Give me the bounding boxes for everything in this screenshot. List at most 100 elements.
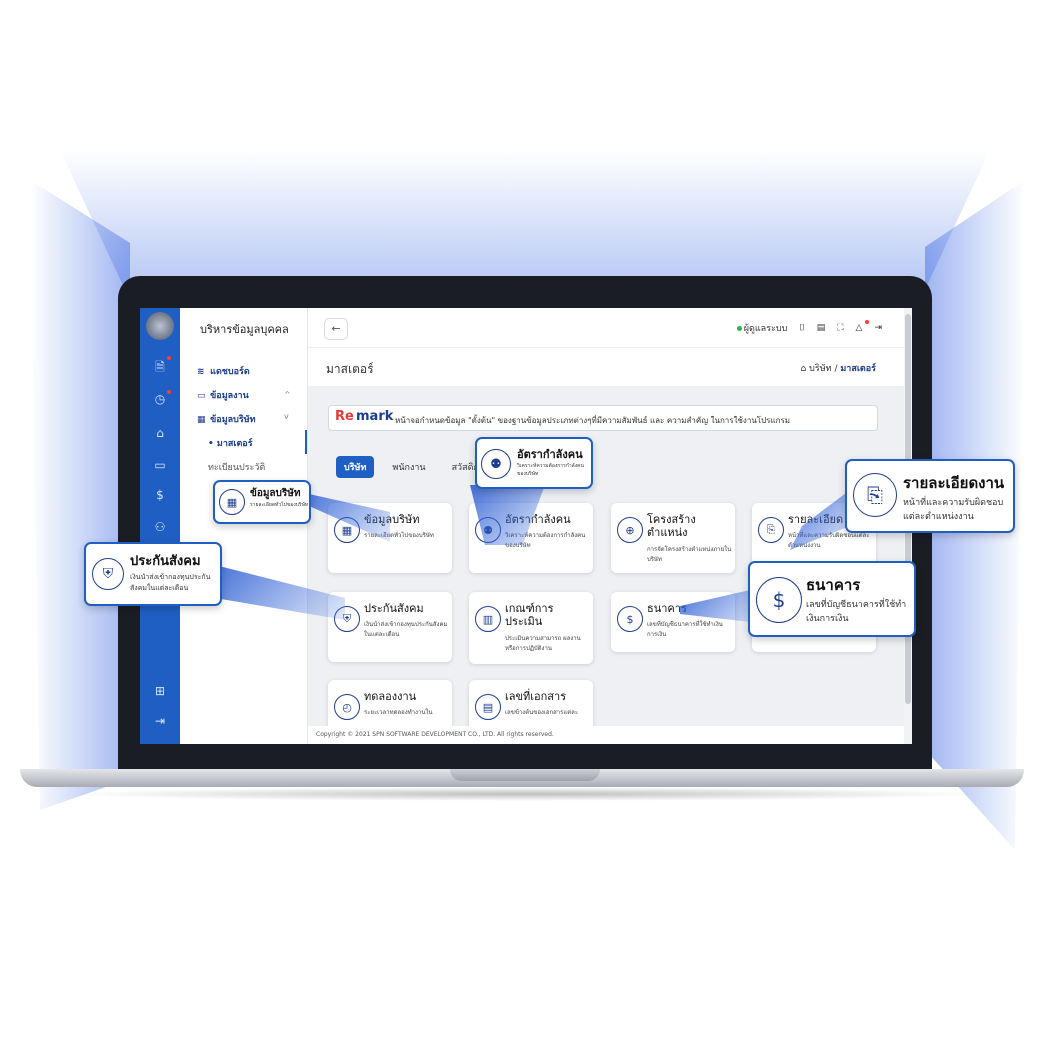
notification-dot — [864, 320, 869, 324]
laptop-icon: ▭ — [197, 391, 206, 401]
sidebar-sub-master[interactable]: • มาสเตอร์ — [208, 436, 253, 450]
page-header: มาสเตอร์ ⌂ บริษัท / มาสเตอร์ — [308, 348, 912, 386]
status-indicator: ผู้ดูแลระบบ — [736, 321, 788, 335]
callout-title: รายละเอียดงาน — [903, 474, 1005, 492]
card-social-security[interactable]: ⛨ ประกันสังคม เงินนำส่งเข้ากองทุนประกันส… — [328, 592, 452, 662]
callout-title: ธนาคาร — [806, 576, 861, 594]
fullscreen-icon[interactable]: ⛶ — [837, 323, 843, 333]
top-bar: ← ผู้ดูแลระบบ ⌷ ▤ ⛶ △ ⇥ — [308, 308, 912, 348]
callout-job-detail: ⎘ รายละเอียดงาน หน้าที่และความรับผิดชอบแ… — [845, 459, 1015, 533]
building-icon: ▦ — [219, 489, 245, 515]
sidebar: บริหารข้อมูลบุคคล ≋ แดชบอร์ด ▭ ข้อมูลงาน… — [180, 308, 308, 744]
clipboard-search-icon: ⎘ — [853, 473, 897, 517]
logout-icon[interactable]: ⇥ — [140, 714, 180, 728]
sidebar-item-label: ข้อมูลงาน — [210, 391, 249, 401]
callout-desc: เงินนำส่งเข้ากองทุนประกันสังคมในแต่ละเดื… — [130, 573, 211, 592]
breadcrumb: ⌂ บริษัท / มาสเตอร์ — [801, 361, 876, 375]
card-desc: การจัดโครงสร้างตำแหน่งภายในบริษัท — [647, 546, 732, 563]
active-indicator — [305, 430, 307, 454]
glow-top — [60, 150, 990, 290]
notification-dot — [167, 356, 171, 360]
remark-logo-mark: mark — [356, 409, 394, 424]
laptop-notch — [450, 769, 600, 781]
card-desc: เงินนำส่งเข้ากองทุนประกันสังคมในแต่ละเดื… — [364, 621, 448, 638]
back-button[interactable]: ← — [324, 318, 348, 340]
chevron-up-icon[interactable]: ^ — [284, 390, 291, 399]
card-desc: เลขข้างต้นของเอกสารแต่ละ — [505, 709, 579, 716]
chevron-down-icon[interactable]: v — [284, 412, 289, 421]
callout-title: ข้อมูลบริษัท — [250, 488, 301, 499]
building-icon[interactable]: ⌂ — [140, 426, 180, 440]
clipboard-search-icon: ⎘ — [758, 517, 784, 543]
tab-bar: บริษัท พนักงาน สวัสดิการ — [336, 456, 497, 478]
briefcase-icon[interactable]: ⌷ — [799, 323, 804, 333]
org-chart-icon: ⊕ — [617, 517, 643, 543]
glow-left — [30, 180, 130, 810]
bell-icon[interactable]: △ — [856, 320, 869, 333]
notification-dot — [167, 390, 171, 394]
document-icon[interactable]: 🗎 — [140, 358, 180, 379]
topbar-actions: ผู้ดูแลระบบ ⌷ ▤ ⛶ △ ⇥ — [736, 320, 882, 335]
bank-icon: $ — [617, 606, 643, 632]
page-title: มาสเตอร์ — [326, 362, 374, 376]
card-desc: ระยะเวลาทดลองทำงานใน — [364, 709, 433, 716]
building-icon: ▦ — [197, 415, 206, 425]
chart-icon: ▥ — [475, 606, 501, 632]
remark-box: Re mark หน้าจอกำหนดข้อมูล "ตั้งต้น" ของฐ… — [328, 405, 878, 431]
sidebar-sub-registry[interactable]: ทะเบียนประวัติ — [208, 460, 265, 474]
footer: Copyright © 2021 SPN SOFTWARE DEVELOPMEN… — [308, 726, 912, 744]
shield-icon: ⛨ — [92, 558, 124, 590]
card-title: เกณฑ์การประเมิน — [505, 602, 554, 628]
document-icon: ▤ — [475, 694, 501, 720]
logout-icon[interactable]: ⇥ — [874, 323, 882, 333]
callout-desc: วิเคราะห์ความต้องการกำลังคนของบริษัท — [517, 463, 584, 477]
sidebar-item-label: แดชบอร์ด — [210, 367, 250, 377]
callout-manpower: ⚉ อัตรากำลังคน วิเคราะห์ความต้องการกำลัง… — [475, 437, 593, 489]
icon-rail: 🗎 ◷ ⌂ ▭ $ ⚇ ⊞ ⇥ — [140, 308, 180, 744]
apps-icon[interactable]: ⊞ — [140, 684, 180, 698]
callout-title: ประกันสังคม — [130, 554, 201, 569]
tab-company[interactable]: บริษัท — [336, 456, 375, 478]
users-icon[interactable]: ⚇ — [140, 520, 180, 534]
tab-employee[interactable]: พนักงาน — [384, 456, 433, 478]
card-title: เลขที่เอกสาร — [505, 690, 567, 703]
card-title: ประกันสังคม — [364, 602, 424, 615]
online-dot — [736, 326, 742, 331]
layers-icon: ≋ — [197, 367, 205, 377]
callout-desc: รายละเอียดทั่วไปของบริษัท — [250, 502, 309, 508]
home-icon: ⌂ — [800, 364, 807, 374]
card-title: โครงสร้างตำแหน่ง — [647, 513, 696, 539]
remark-text: หน้าจอกำหนดข้อมูล "ตั้งต้น" ของฐานข้อมูล… — [395, 416, 791, 425]
breadcrumb-current: มาสเตอร์ — [840, 364, 876, 374]
role-label: ผู้ดูแลระบบ — [743, 324, 788, 334]
timer-icon: ◴ — [334, 694, 360, 720]
sidebar-item-label: ข้อมูลบริษัท — [210, 415, 256, 425]
chat-icon[interactable]: ▭ — [140, 458, 180, 472]
dollar-icon[interactable]: $ — [140, 488, 180, 502]
company-logo — [146, 312, 174, 340]
breadcrumb-separator: / — [834, 364, 838, 374]
sidebar-item-work[interactable]: ▭ ข้อมูลงาน — [197, 388, 249, 402]
clock-icon[interactable]: ◷ — [140, 392, 180, 406]
breadcrumb-home[interactable]: บริษัท — [809, 364, 831, 374]
callout-desc: เลขที่บัญชีธนาคารที่ใช้ทำเงินการเงิน — [806, 600, 907, 624]
sidebar-item-company[interactable]: ▦ ข้อมูลบริษัท — [197, 412, 256, 426]
laptop-shadow — [60, 787, 990, 801]
people-icon: ⚉ — [481, 449, 511, 479]
callout-bank: $ ธนาคาร เลขที่บัญชีธนาคารที่ใช้ทำเงินกา… — [748, 561, 916, 637]
app-title: บริหารข้อมูลบุคคล — [200, 323, 289, 336]
sidebar-item-dashboard[interactable]: ≋ แดชบอร์ด — [197, 364, 250, 378]
file-icon[interactable]: ▤ — [817, 323, 826, 333]
card-position-structure[interactable]: ⊕ โครงสร้างตำแหน่ง การจัดโครงสร้างตำแหน่… — [611, 503, 735, 573]
remark-logo-re: Re — [335, 409, 354, 424]
bank-icon: $ — [756, 577, 802, 623]
callout-social-security: ⛨ ประกันสังคม เงินนำส่งเข้ากองทุนประกันส… — [84, 542, 222, 606]
card-evaluation[interactable]: ▥ เกณฑ์การประเมิน ประเมินความสามารถ ผลงา… — [469, 592, 593, 664]
callout-company-info: ▦ ข้อมูลบริษัท รายละเอียดทั่วไปของบริษัท — [213, 480, 311, 524]
card-desc: เลขที่บัญชีธนาคารที่ใช้ทำเงินการเงิน — [647, 621, 723, 638]
laptop-mockup: 🗎 ◷ ⌂ ▭ $ ⚇ ⊞ ⇥ บริหารข้อมูลบุคคล ≋ แดชบ… — [0, 0, 1050, 1050]
callout-desc: หน้าที่และความรับผิดชอบแต่ละตำแหน่งงาน — [903, 498, 1004, 522]
card-title: ทดลองงาน — [364, 690, 417, 703]
callout-title: อัตรากำลังคน — [517, 448, 583, 461]
card-desc: ประเมินความสามารถ ผลงาน หรือการปฏิบัติงา… — [505, 635, 581, 652]
